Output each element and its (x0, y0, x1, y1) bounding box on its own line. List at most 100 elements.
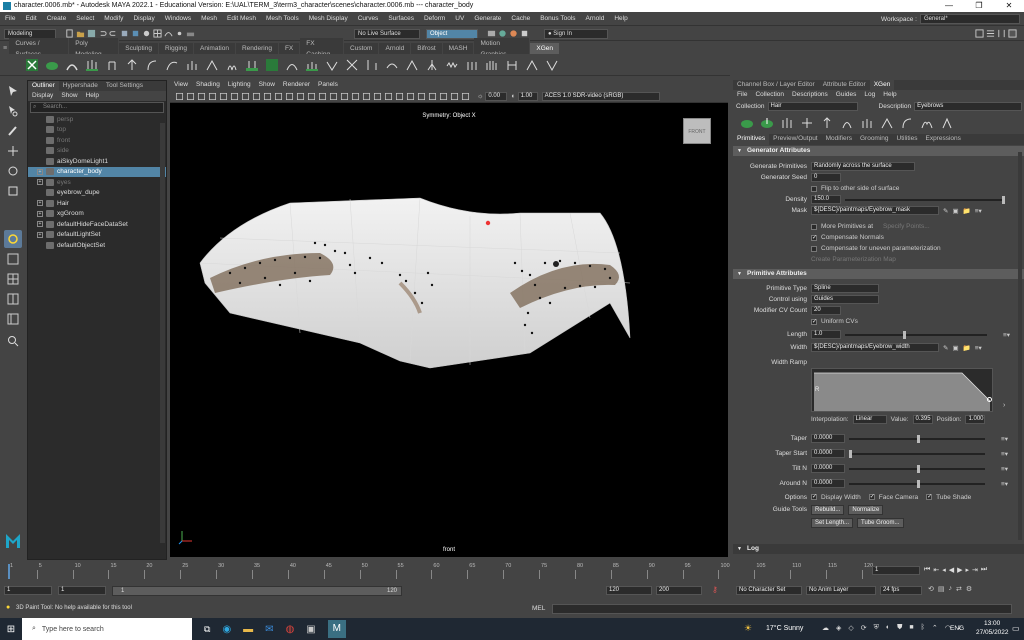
wireframe-icon[interactable] (318, 92, 327, 101)
width-menu-icon[interactable]: ≡▾ (975, 344, 982, 352)
menu-item-file[interactable]: File (0, 12, 20, 26)
tilt-n-field[interactable]: 0.0000 (811, 464, 845, 473)
ramp-value-field[interactable]: 0.395 (912, 415, 933, 424)
mel-label[interactable]: MEL (532, 605, 545, 612)
tab-outliner[interactable]: Outliner (28, 81, 59, 91)
taper-start-menu-icon[interactable]: ≡▾ (1001, 450, 1008, 458)
outliner-item[interactable]: + Hair (28, 198, 166, 209)
menu-item-uv[interactable]: UV (450, 12, 469, 26)
outliner-menu-display[interactable]: Display (28, 91, 57, 101)
shelf-tab-fx[interactable]: FX (278, 43, 301, 54)
menu-item-edit[interactable]: Edit (20, 12, 41, 26)
tab-primitives[interactable]: Primitives (733, 134, 770, 145)
tilt-n-menu-icon[interactable]: ≡▾ (1001, 465, 1008, 473)
gate-mask-icon[interactable] (274, 92, 283, 101)
freeze-brush-icon[interactable] (464, 57, 480, 73)
flip-checkbox[interactable] (811, 185, 817, 192)
paint-tool-icon[interactable] (4, 230, 22, 248)
sound-icon[interactable]: ♪ (949, 585, 953, 593)
create-description-icon[interactable] (44, 57, 60, 73)
width-folder-icon[interactable]: 📁 (963, 344, 971, 352)
tab-tool-settings[interactable]: Tool Settings (102, 81, 147, 91)
scale-tool-icon[interactable] (4, 182, 22, 200)
outliner-item[interactable]: persp (28, 114, 166, 125)
ramp-point-end[interactable] (987, 397, 992, 402)
object-mode-field[interactable]: Object (426, 28, 478, 39)
part-brush-icon[interactable] (424, 57, 440, 73)
around-n-field[interactable]: 0.0000 (811, 479, 845, 488)
taper-menu-icon[interactable]: ≡▾ (1001, 435, 1008, 443)
snap-curve-icon[interactable] (164, 29, 173, 38)
shelf-tab-animation[interactable]: Animation (194, 43, 236, 54)
tool-settings-toggle-icon[interactable] (997, 29, 1006, 38)
tray-game-icon[interactable]: ◐ (886, 624, 890, 632)
width-paint-icon[interactable]: ▣ (952, 344, 958, 352)
select-guides-icon[interactable] (204, 57, 220, 73)
expand-toggle-icon[interactable]: + (37, 221, 43, 227)
xgen-menu-descriptions[interactable]: Descriptions (788, 90, 832, 100)
use-all-lights-icon[interactable] (362, 92, 371, 101)
notification-icon[interactable]: ▭ (1012, 624, 1020, 633)
taper-start-slider-knob[interactable] (849, 449, 852, 458)
language-indicator[interactable]: ENG (950, 625, 964, 632)
tube-shade-checkbox[interactable] (926, 493, 932, 500)
playback-speed-icon[interactable]: ⇄ (956, 585, 962, 593)
taper-start-slider[interactable] (849, 449, 985, 458)
end-time-field[interactable]: 200 (656, 586, 702, 595)
move-tool-icon[interactable] (4, 142, 22, 160)
outliner-menu-show[interactable]: Show (57, 91, 81, 101)
specify-points-button[interactable]: Specify Points... (883, 223, 930, 230)
gamma-field[interactable]: 1.00 (517, 91, 538, 101)
ramp-expand-icon[interactable]: › (1003, 402, 1005, 409)
interp-dropdown[interactable]: Linear (852, 415, 887, 424)
face-camera-checkbox[interactable] (868, 493, 875, 500)
modifier-cv-field[interactable]: 20 (811, 306, 841, 315)
rotate-tool-icon[interactable] (4, 162, 22, 180)
outliner-item[interactable]: side (28, 146, 166, 157)
menu-item-arnold[interactable]: Arnold (581, 12, 610, 26)
expand-toggle-icon[interactable]: + (37, 168, 43, 175)
viewport-menu-show[interactable]: Show (255, 80, 279, 90)
xgen-editor-icon[interactable] (24, 57, 40, 73)
lasso-tool-icon[interactable] (4, 102, 22, 120)
tray-cloud-icon[interactable]: ☁ (822, 624, 829, 632)
auto-key-icon[interactable]: ⚷ (712, 585, 718, 594)
width-ramp-editor[interactable]: R (811, 368, 993, 412)
xgen-guide-length-icon[interactable] (819, 115, 835, 131)
shelf-tab-xgen[interactable]: XGen (530, 43, 560, 54)
minimize-button[interactable]: — (934, 0, 964, 12)
select-camera-icon[interactable] (175, 92, 184, 101)
menu-item-create[interactable]: Create (42, 12, 72, 26)
tray-teams-icon[interactable]: ■ (909, 624, 913, 632)
tab-modifiers[interactable]: Modifiers (822, 134, 856, 145)
taper-slider-knob[interactable] (917, 434, 920, 443)
density-field[interactable]: 150.0 (811, 195, 841, 204)
density-slider[interactable] (845, 195, 1005, 204)
menu-item-mesh-display[interactable]: Mesh Display (304, 12, 353, 26)
outliner-item[interactable]: top (28, 125, 166, 136)
menu-item-cache[interactable]: Cache (506, 12, 535, 26)
anim-prefs-icon[interactable]: ⚙ (966, 585, 972, 593)
expand-toggle-icon[interactable]: + (37, 210, 43, 217)
side-by-side-layout-icon[interactable] (4, 290, 22, 308)
tab-grooming[interactable]: Grooming (856, 134, 893, 145)
xgen-refresh-icon[interactable] (939, 115, 955, 131)
select-object-icon[interactable] (131, 29, 140, 38)
viewport-menu-shading[interactable]: Shading (192, 80, 224, 90)
uniform-cvs-checkbox[interactable] (811, 318, 817, 325)
go-to-start-icon[interactable]: ⏮ (924, 566, 930, 574)
outliner-item[interactable]: + xgGroom (28, 209, 166, 220)
shelf-tab-rendering[interactable]: Rendering (235, 43, 279, 54)
xgen-menu-file[interactable]: File (733, 90, 751, 100)
channel-box-toggle-icon[interactable] (1008, 29, 1017, 38)
time-slider[interactable]: 1 5 10 15 20 25 30 35 40 45 50 55 60 65 70 75 80 85 90 95 10… (0, 562, 873, 580)
menu-item-modify[interactable]: Modify (99, 12, 128, 26)
xray-icon[interactable] (439, 92, 448, 101)
textured-icon[interactable] (351, 92, 360, 101)
viewport-menu-panels[interactable]: Panels (314, 80, 342, 90)
field-chart-icon[interactable] (285, 92, 294, 101)
mask-paint-icon[interactable]: ▣ (952, 207, 958, 215)
tray-shield-icon[interactable]: ⛨ (874, 624, 879, 632)
step-back-key-icon[interactable]: ⇤ (933, 566, 939, 574)
place-guides-icon[interactable] (84, 57, 100, 73)
